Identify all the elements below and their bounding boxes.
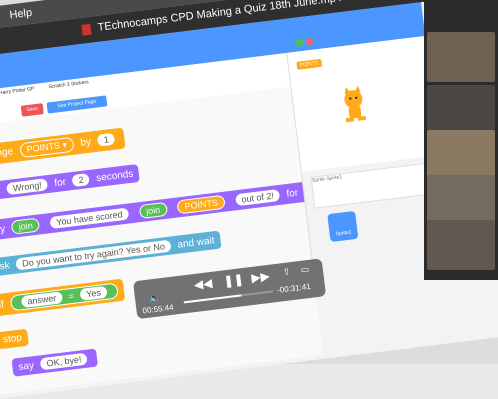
ask-label: ask [0, 260, 11, 274]
volume-icon[interactable]: 🔈 [149, 292, 161, 304]
change-variable-block[interactable]: change POINTS ▾ by 1 [0, 127, 126, 167]
change-label: change [0, 146, 14, 162]
say-label-3: say [17, 360, 35, 373]
stop-block[interactable]: stop [0, 328, 29, 350]
participant-video [427, 85, 495, 135]
participant-video [427, 130, 495, 180]
stop-label: stop [2, 332, 23, 346]
join-block-inner[interactable]: join [138, 201, 168, 220]
sprite-info-panel: Sprite Sprite1 [310, 162, 436, 209]
say-for-secs-block[interactable]: say Wrong! for 2 seconds [0, 163, 141, 202]
sprite-thumb-label: Sprite1 [335, 229, 352, 238]
code-workspace[interactable]: change POINTS ▾ by 1 say Wrong! for 2 se… [0, 86, 373, 396]
say-text-input[interactable]: Wrong! [6, 178, 49, 196]
for-label-2: for [285, 187, 299, 201]
ask-text-input[interactable]: Do you want to try again? Yes or No [15, 239, 172, 271]
and-wait-label: and wait [176, 235, 216, 251]
save-button[interactable]: Save [20, 103, 44, 117]
for-label: for [53, 176, 67, 190]
say-bye-block[interactable]: say OK, bye! [11, 348, 99, 377]
participant-video [427, 220, 495, 270]
photo-frame: Help TEchnocamps CPD Making a Quiz 18th … [0, 0, 498, 399]
green-flag-icon[interactable] [295, 38, 304, 47]
sprite-thumbnail[interactable]: Sprite1 [327, 210, 359, 243]
join-block-outer[interactable]: join [10, 217, 41, 235]
variable-dropdown[interactable]: POINTS ▾ [18, 136, 75, 159]
pause-icon[interactable]: ❚❚ [223, 272, 245, 288]
fast-forward-icon[interactable]: ▶▶ [251, 269, 271, 285]
points-reporter[interactable]: POINTS [176, 194, 226, 215]
current-time: 00:55:44 [142, 302, 175, 316]
remaining-time: -00:31:41 [276, 281, 312, 295]
webcam-strip [424, 0, 498, 280]
answer-reporter[interactable]: answer [20, 291, 63, 309]
stage-panel[interactable]: POINTS [286, 35, 441, 173]
tab-scratch-stickers[interactable]: Scratch 3 Stickers [48, 79, 89, 90]
seconds-label: seconds [95, 168, 135, 185]
bye-text-input[interactable]: OK, bye! [39, 352, 89, 371]
if-then-block[interactable]: if answer = Yes then [0, 278, 144, 317]
tab-harry-potter[interactable]: Harry Potter GP [0, 86, 35, 96]
points-monitor: POINTS [296, 58, 322, 70]
answer-value-input[interactable]: Yes [79, 285, 108, 301]
video-timeline[interactable] [183, 290, 274, 304]
by-label: by [79, 136, 92, 149]
out-of-input[interactable]: out of 2! [234, 188, 281, 207]
score-text-input[interactable]: You have scored [49, 207, 130, 230]
equals-operator[interactable]: answer = Yes [9, 282, 119, 312]
join-label-2: join [145, 204, 161, 217]
rewind-icon[interactable]: ◀◀ [193, 276, 213, 292]
change-value-input[interactable]: 1 [97, 132, 116, 147]
file-icon [81, 23, 92, 36]
pip-icon[interactable]: ▭ [300, 264, 310, 276]
participant-video [427, 32, 495, 82]
join-label: join [18, 220, 34, 232]
timeline-progress [183, 294, 242, 304]
sprite-info-text: Sprite Sprite1 [311, 174, 343, 184]
secs-input[interactable]: 2 [71, 173, 91, 187]
share-icon[interactable]: ⇧ [282, 266, 291, 278]
ask-and-wait-block[interactable]: ask Do you want to try again? Yes or No … [0, 230, 222, 277]
scratch-cat-icon[interactable] [332, 83, 377, 128]
participant-video [427, 175, 495, 225]
say-label: say [0, 185, 1, 198]
if-label: if [0, 299, 5, 311]
equals-sign: = [67, 290, 75, 302]
menu-help[interactable]: Help [9, 7, 33, 22]
say-label-2: say [0, 223, 6, 237]
